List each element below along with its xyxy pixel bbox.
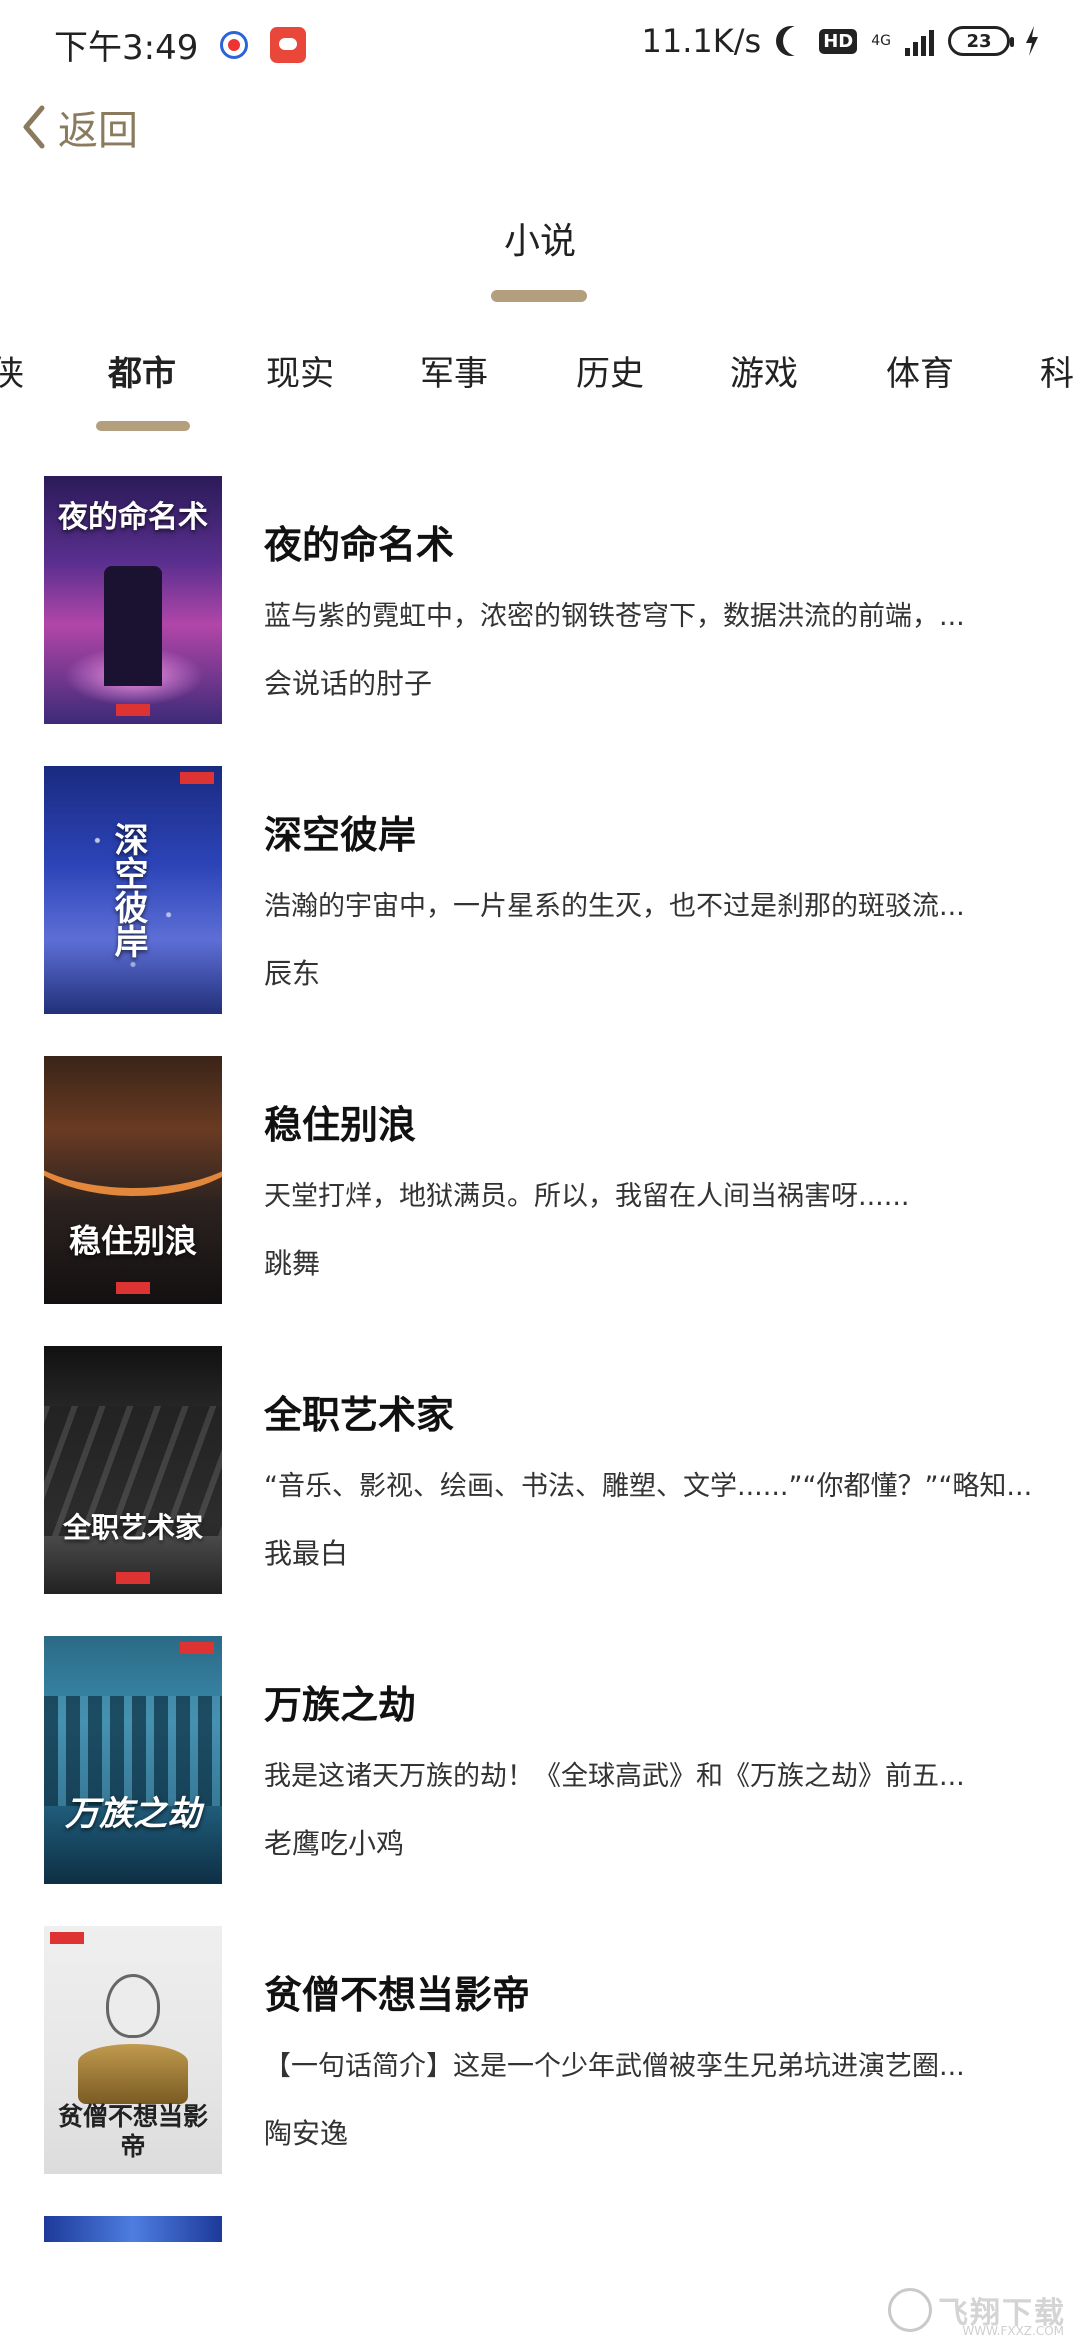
do-not-disturb-moon-icon bbox=[783, 26, 813, 56]
book-author: 陶安逸 bbox=[264, 2117, 349, 2150]
battery-icon: 23 bbox=[948, 26, 1014, 56]
book-item[interactable]: 稳住别浪 稳住别浪 天堂打烊，地狱满员。所以，我留在人间当祸害呀...... 跳… bbox=[0, 1056, 1080, 1306]
book-title: 贫僧不想当影帝 bbox=[264, 1973, 531, 2017]
watermark-logo-icon bbox=[888, 2288, 932, 2332]
publisher-logo-icon bbox=[116, 1282, 150, 1294]
book-cover[interactable]: 万族之劫 bbox=[44, 1636, 222, 1884]
status-time: 下午3:49 bbox=[54, 28, 199, 68]
baidu-app-icon bbox=[220, 30, 249, 59]
book-item-partial[interactable] bbox=[0, 2216, 1080, 2242]
cover-title: 万族之劫 bbox=[65, 1794, 201, 1834]
book-author: 辰东 bbox=[264, 957, 321, 990]
book-title: 稳住别浪 bbox=[264, 1103, 417, 1147]
publisher-logo-icon bbox=[116, 1572, 150, 1584]
book-description: 天堂打烊，地狱满员。所以，我留在人间当祸害呀...... bbox=[264, 1181, 910, 1212]
book-description: 浩瀚的宇宙中，一片星系的生灭，也不过是刹那的斑驳流... bbox=[264, 891, 965, 922]
cover-title: 夜的命名术 bbox=[58, 500, 208, 535]
publisher-logo-icon bbox=[180, 1642, 214, 1654]
book-description: 【一句话简介】这是一个少年武僧被孪生兄弟坑进演艺圈... bbox=[264, 2051, 965, 2082]
book-author: 我最白 bbox=[264, 1537, 349, 1570]
watermark-url: WWW.FXXZ.COM bbox=[962, 2324, 1064, 2338]
book-description: 我是这诸天万族的劫！《全球高武》和《万族之劫》前五... bbox=[264, 1761, 965, 1792]
chevron-left-icon bbox=[23, 105, 45, 149]
cover-title: 深空彼岸 bbox=[108, 822, 148, 958]
status-right: 11.1K/s HD 4G 23 bbox=[642, 22, 1040, 60]
book-item[interactable]: 万族之劫 万族之劫 我是这诸天万族的劫！《全球高武》和《万族之劫》前五... 老… bbox=[0, 1636, 1080, 1886]
cover-title: 全职艺术家 bbox=[62, 1511, 203, 1544]
book-title: 夜的命名术 bbox=[264, 523, 455, 567]
book-cover[interactable]: 贫僧不想当影帝 bbox=[44, 1926, 222, 2174]
book-cover[interactable] bbox=[44, 2216, 222, 2242]
book-title: 万族之劫 bbox=[264, 1683, 417, 1727]
tab-dushi[interactable]: 都市 bbox=[108, 340, 176, 400]
cover-title: 贫僧不想当影帝 bbox=[57, 2102, 208, 2161]
net-speed: 11.1K/s bbox=[641, 22, 762, 60]
hd-icon: HD bbox=[819, 28, 858, 54]
book-title: 全职艺术家 bbox=[264, 1393, 455, 1437]
book-description: 蓝与紫的霓虹中，浓密的钢铁苍穹下，数据洪流的前端，... bbox=[264, 601, 965, 632]
tab-xianshi[interactable]: 现实 bbox=[266, 340, 334, 400]
book-title: 深空彼岸 bbox=[264, 813, 417, 857]
page-title: 小说 bbox=[503, 221, 576, 262]
publisher-logo-icon bbox=[180, 772, 214, 784]
tab-kehuan[interactable]: 科 bbox=[1040, 340, 1074, 400]
cloud-app-icon bbox=[270, 26, 307, 63]
tab-youxi[interactable]: 游戏 bbox=[730, 340, 798, 400]
book-author: 跳舞 bbox=[264, 1247, 321, 1280]
book-cover[interactable]: 全职艺术家 bbox=[44, 1346, 222, 1594]
tab-tiyu[interactable]: 体育 bbox=[886, 340, 954, 400]
network-type: 4G bbox=[871, 33, 891, 49]
book-cover[interactable]: 深空彼岸 bbox=[44, 766, 222, 1014]
active-tab-indicator bbox=[96, 421, 190, 431]
book-item[interactable]: 夜的命名术 夜的命名术 蓝与紫的霓虹中，浓密的钢铁苍穹下，数据洪流的前端，...… bbox=[0, 476, 1080, 726]
book-item[interactable]: 贫僧不想当影帝 贫僧不想当影帝 【一句话简介】这是一个少年武僧被孪生兄弟坑进演艺… bbox=[0, 1926, 1080, 2176]
book-item[interactable]: 深空彼岸 深空彼岸 浩瀚的宇宙中，一片星系的生灭，也不过是刹那的斑驳流... 辰… bbox=[0, 766, 1080, 1016]
tab-wuxia[interactable]: 侠 bbox=[0, 340, 24, 400]
publisher-logo-icon bbox=[50, 1932, 84, 1944]
battery-level: 23 bbox=[966, 30, 992, 52]
book-item[interactable]: 全职艺术家 全职艺术家 “音乐、影视、绘画、书法、雕塑、文学......”“你都… bbox=[0, 1346, 1080, 1596]
network-type-label: 4G bbox=[871, 34, 891, 48]
book-cover[interactable]: 夜的命名术 bbox=[44, 476, 222, 724]
back-button[interactable]: 返回 bbox=[16, 92, 138, 162]
publisher-logo-icon bbox=[116, 704, 150, 716]
signal-strength-icon bbox=[905, 26, 934, 56]
book-author: 会说话的肘子 bbox=[264, 667, 433, 700]
tab-lishi[interactable]: 历史 bbox=[576, 340, 644, 400]
cover-title: 稳住别浪 bbox=[68, 1222, 197, 1260]
book-author: 老鹰吃小鸡 bbox=[264, 1827, 405, 1860]
book-cover[interactable]: 稳住别浪 bbox=[44, 1056, 222, 1304]
back-label: 返回 bbox=[58, 108, 138, 154]
title-underline bbox=[491, 290, 587, 302]
status-left: 下午3:49 bbox=[54, 20, 307, 69]
tab-junshi[interactable]: 军事 bbox=[420, 340, 488, 400]
book-description: “音乐、影视、绘画、书法、雕塑、文学......”“你都懂？”“略知... bbox=[264, 1471, 1033, 1502]
charging-bolt-icon bbox=[1024, 26, 1040, 56]
status-bar: 下午3:49 11.1K/s HD 4G 23 bbox=[0, 0, 1080, 90]
